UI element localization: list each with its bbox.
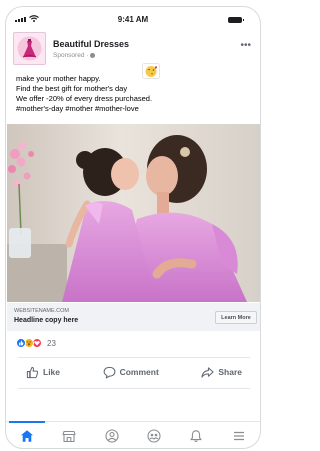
globe-icon (90, 52, 96, 58)
menu-icon (233, 431, 244, 440)
sponsored-label: Sponsored · (53, 52, 96, 59)
status-time: 9:41 AM (117, 15, 149, 24)
post-caption: make your mother happy. Find the best gi… (16, 74, 168, 114)
nav-marketplace[interactable] (48, 422, 90, 448)
like-reaction-icon (16, 338, 26, 348)
groups-icon (147, 428, 161, 443)
reaction-count: 23 (47, 338, 56, 348)
bottom-navigation (6, 421, 260, 448)
comment-icon (103, 366, 115, 378)
like-label: Like (43, 367, 61, 377)
link-headline: Headline copy here (14, 317, 79, 324)
nav-profile[interactable] (91, 422, 133, 448)
divider (18, 357, 250, 358)
notifications-icon (190, 429, 203, 442)
nav-notifications[interactable] (175, 422, 217, 448)
like-button[interactable]: Like (18, 361, 68, 383)
comment-label: Comment (119, 367, 159, 377)
page-avatar[interactable] (13, 32, 46, 65)
sponsored-text: Sponsored (53, 52, 85, 59)
nav-groups[interactable] (133, 422, 175, 448)
share-label: Share (218, 367, 242, 377)
learn-more-button[interactable]: Learn More (215, 311, 257, 324)
page-name[interactable]: Beautiful Dresses (53, 39, 129, 49)
dress-logo-icon (17, 36, 42, 61)
divider (18, 388, 250, 389)
ad-image[interactable] (7, 124, 260, 302)
phone-frame: 9:41 AM Beautiful Dresses Sponsored · ••… (5, 6, 261, 449)
link-preview[interactable]: WEBSITENAME.COM Headline copy here Learn… (7, 303, 260, 331)
nav-home[interactable] (6, 421, 48, 448)
marketplace-icon (62, 430, 77, 442)
like-icon (26, 366, 39, 378)
share-icon (201, 366, 214, 378)
caption-line: We offer -20% of every dress purchased. (16, 94, 153, 103)
home-icon (21, 429, 34, 442)
nav-menu[interactable] (218, 422, 260, 448)
mother-daughter-photo (7, 124, 260, 302)
link-domain: WEBSITENAME.COM (14, 308, 70, 314)
reactions-summary[interactable]: 23 (16, 337, 56, 349)
caption-line: #mother's-day #mother #mother-love (16, 104, 139, 113)
more-options-icon[interactable]: ••• (240, 40, 251, 51)
kiss-emoji-icon (142, 63, 160, 79)
status-bar: 9:41 AM (6, 7, 260, 29)
post-actions: Like Comment Share (18, 361, 250, 383)
caption-line: Find the best gift for mother's day (16, 84, 128, 93)
battery-icon (228, 17, 244, 23)
profile-icon (105, 428, 119, 443)
comment-button[interactable]: Comment (95, 361, 167, 383)
share-button[interactable]: Share (193, 361, 250, 383)
